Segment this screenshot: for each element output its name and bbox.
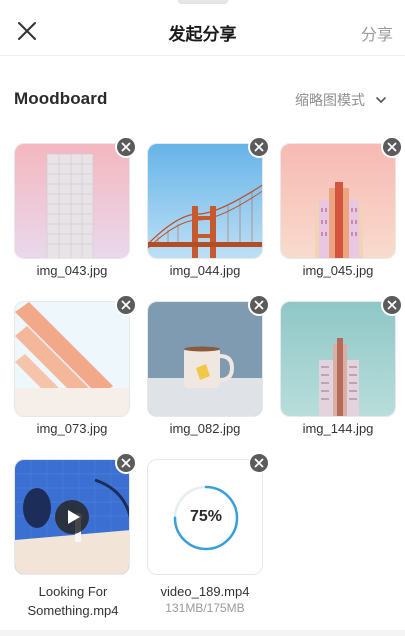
file-name: img_045.jpg — [302, 263, 374, 278]
thumbnail-image[interactable] — [280, 301, 396, 417]
media-item[interactable]: 75% video_189.mp4 131MB/175MB — [147, 452, 270, 616]
remove-button[interactable] — [248, 452, 270, 474]
remove-button[interactable] — [115, 136, 137, 158]
upload-progress-card: 75% — [147, 459, 263, 575]
share-button[interactable]: 分享 — [361, 21, 393, 45]
handle-pill — [178, 0, 228, 4]
close-icon — [254, 142, 264, 152]
file-name: img_044.jpg — [169, 263, 241, 278]
thumbnail-image[interactable] — [14, 143, 130, 259]
media-item[interactable]: img_082.jpg — [147, 294, 270, 437]
top-handle — [0, 0, 405, 4]
close-icon — [254, 300, 264, 310]
play-icon — [68, 510, 80, 524]
file-size: 131MB/175MB — [165, 601, 245, 615]
close-icon — [121, 458, 131, 468]
remove-button[interactable] — [115, 294, 137, 316]
media-item[interactable]: img_073.jpg — [14, 294, 137, 437]
page-title: 发起分享 — [168, 25, 237, 44]
progress-label: 75% — [189, 508, 223, 525]
media-item[interactable]: img_144.jpg — [280, 294, 403, 437]
thumbnail-image[interactable] — [147, 301, 263, 417]
close-icon — [387, 300, 397, 310]
remove-button[interactable] — [115, 452, 137, 474]
section-title: Moodboard — [14, 89, 108, 108]
bottom-bar — [0, 630, 405, 636]
file-name: img_144.jpg — [302, 421, 374, 436]
close-icon — [387, 142, 397, 152]
close-icon — [121, 142, 131, 152]
file-name: img_043.jpg — [36, 263, 108, 278]
file-name: img_082.jpg — [169, 421, 241, 436]
thumbnail-image[interactable] — [14, 301, 130, 417]
chevron-down-icon — [376, 97, 386, 103]
view-mode-label: 缩略图模式 — [295, 92, 365, 108]
media-item[interactable]: img_044.jpg — [147, 136, 270, 279]
thumbnail-image[interactable] — [147, 143, 263, 259]
media-item[interactable]: img_045.jpg — [280, 136, 403, 279]
header: 发起分享 分享 — [0, 6, 405, 56]
file-name: img_073.jpg — [36, 421, 108, 436]
close-icon — [121, 300, 131, 310]
play-button[interactable] — [55, 500, 89, 534]
file-name: Looking For Something.mp4 — [27, 584, 119, 618]
remove-button[interactable] — [248, 136, 270, 158]
remove-button[interactable] — [248, 294, 270, 316]
file-name: video_189.mp4 — [160, 584, 250, 599]
remove-button[interactable] — [381, 136, 403, 158]
media-item[interactable]: Looking For Something.mp4 — [14, 452, 137, 620]
thumbnail-image[interactable] — [280, 143, 396, 259]
remove-button[interactable] — [381, 294, 403, 316]
close-icon — [254, 458, 264, 468]
view-mode-select[interactable]: 缩略图模式 — [295, 90, 387, 110]
media-item[interactable]: img_043.jpg — [14, 136, 137, 279]
